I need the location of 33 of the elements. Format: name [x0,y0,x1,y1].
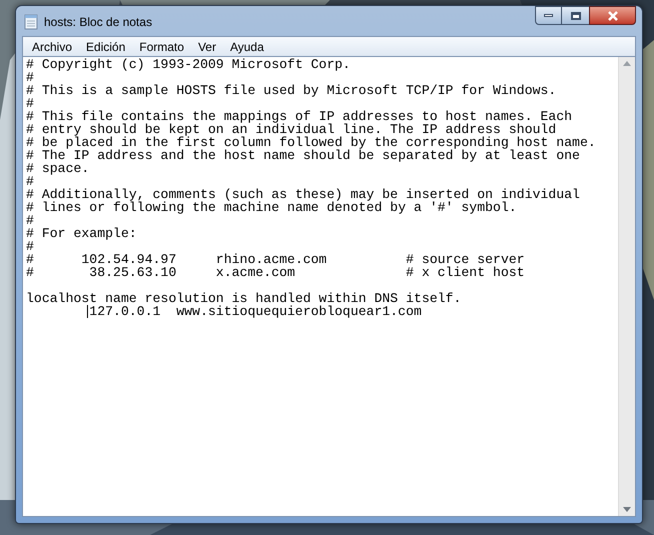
maximize-button[interactable] [562,6,589,25]
text-line: # [26,96,34,111]
text-line: # [26,70,34,85]
minimize-button[interactable] [535,6,562,25]
text-line: # space. [26,161,90,176]
text-line: # lines or following the machine name denoted by a '#' symbol. [26,200,517,215]
menu-item[interactable]: Archivo [29,38,76,56]
close-button[interactable] [589,6,636,25]
window-title: hosts: Bloc de notas [44,14,152,30]
text-line: # [26,239,34,254]
text-line: # This file contains the mappings of IP addresses to host names. Each [26,109,572,124]
text-line: # entry should be kept on an individual line. The IP address should [26,122,556,137]
text-line: # Copyright (c) 1993-2009 Microsoft Corp. [26,57,350,72]
close-icon [606,10,618,20]
text-line: 127.0.0.1 www.sitioquequierobloquear1.com [89,304,422,319]
text-line: # [26,174,34,189]
text-line: # Additionally, comments (such as these) may be inserted on individual [26,187,580,202]
text-line: # [26,213,34,228]
scrollbar[interactable] [618,57,635,516]
scroll-down-icon[interactable] [623,507,631,512]
menu-item[interactable]: Ayuda [227,38,267,56]
text-line: # For example: [26,226,137,241]
text-cursor-icon [87,305,88,318]
text-line: # 38.25.63.10 x.acme.com # x client host [26,265,525,280]
menu-item[interactable]: Formato [136,38,188,56]
menu-item[interactable]: Edición [83,38,128,56]
text-line: localhost name resolution is handled within DNS itself. [26,291,462,306]
text-line: # This is a sample HOSTS file used by Microsoft TCP/IP for Windows. [26,83,556,98]
text-line: # 102.54.94.97 rhino.acme.com # source server [26,252,525,267]
notepad-icon [24,14,38,30]
menu-item[interactable]: Ver [195,38,220,56]
text-line: # The IP address and the host name should be separated by at least one [26,148,580,163]
text-line: # be placed in the first column followed by the corresponding host name. [26,135,596,150]
